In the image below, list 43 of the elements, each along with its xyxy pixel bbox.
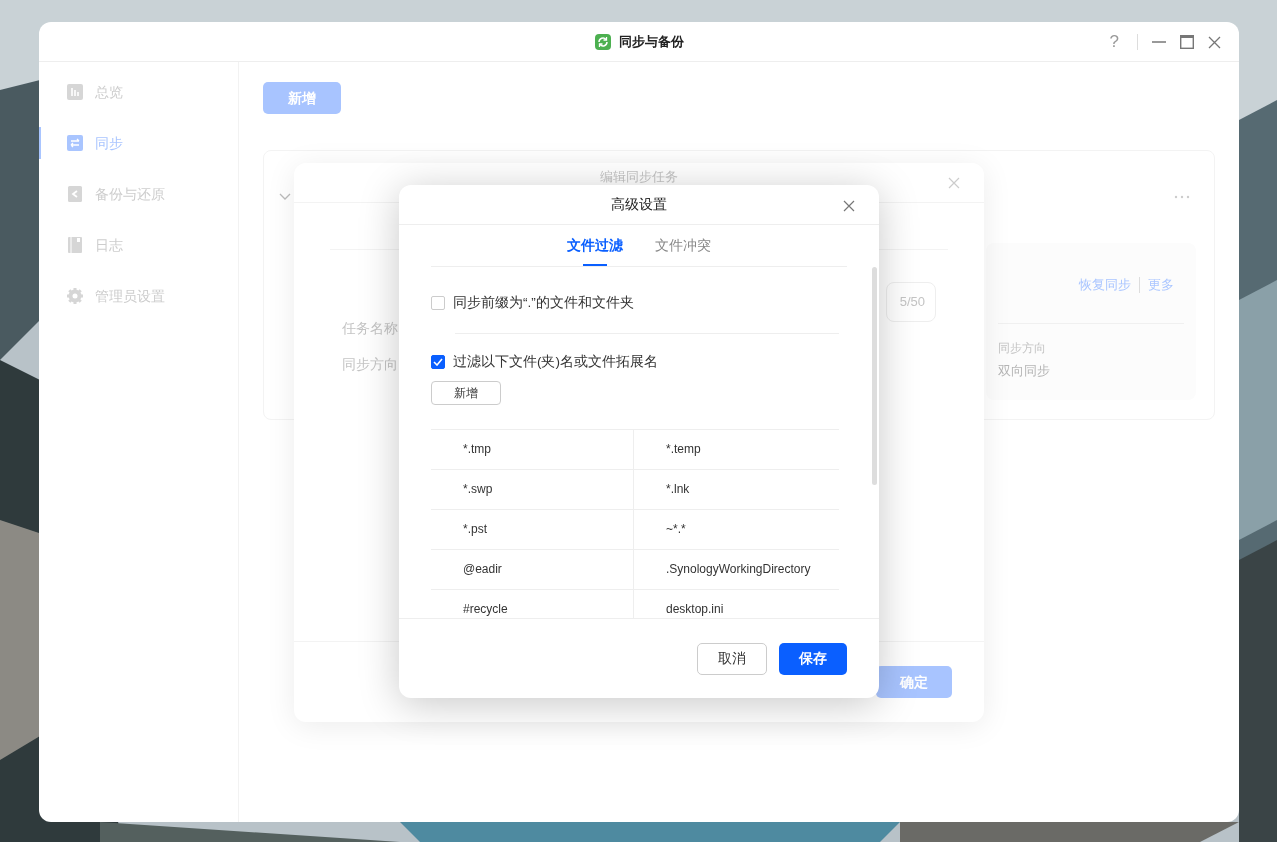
sidebar-item[interactable]: 同步 bbox=[39, 127, 238, 159]
restore-icon bbox=[67, 186, 83, 202]
table-cell: *.lnk bbox=[634, 469, 839, 510]
scrollbar[interactable] bbox=[872, 267, 877, 485]
close-icon bbox=[843, 200, 855, 212]
help-button[interactable]: ? bbox=[1105, 29, 1123, 55]
add-button[interactable]: 新增 bbox=[263, 82, 341, 114]
save-button[interactable]: 保存 bbox=[779, 642, 847, 675]
char-counter: 5/50 bbox=[899, 293, 925, 312]
table-cell: .SynologyWorkingDirectory bbox=[634, 549, 839, 590]
confirm-button[interactable]: 确定 bbox=[876, 666, 952, 698]
more-icon[interactable] bbox=[1174, 195, 1190, 199]
close-button[interactable] bbox=[841, 198, 857, 214]
checkbox[interactable] bbox=[431, 355, 445, 370]
add-button[interactable]: 新增 bbox=[431, 380, 501, 405]
table-cell: desktop.ini bbox=[634, 589, 839, 618]
cancel-button[interactable]: 取消 bbox=[697, 642, 767, 675]
tab[interactable]: 文件过滤 bbox=[567, 235, 623, 266]
swap-icon bbox=[67, 135, 83, 151]
close-icon bbox=[948, 177, 960, 189]
chevron-down-icon[interactable] bbox=[279, 193, 291, 201]
action-link[interactable]: 恢复同步 bbox=[1079, 275, 1131, 295]
table-cell: *.pst bbox=[431, 509, 634, 550]
chart-icon bbox=[67, 84, 83, 100]
window-title: 同步与备份 bbox=[618, 32, 684, 51]
table-cell: *.temp bbox=[634, 429, 839, 470]
table-cell: ~*.* bbox=[634, 509, 839, 550]
table-cell: *.swp bbox=[431, 469, 634, 510]
dialog-title: 高级设置 bbox=[611, 195, 667, 214]
table-cell: *.tmp bbox=[431, 429, 634, 470]
task-name-field[interactable]: 5/50 bbox=[886, 282, 936, 322]
app-logo-icon bbox=[594, 33, 611, 50]
tab[interactable]: 文件冲突 bbox=[655, 235, 711, 266]
option-label: 同步前缀为“.”的文件和文件夹 bbox=[453, 294, 634, 312]
table-cell: @eadir bbox=[431, 549, 634, 590]
close-icon[interactable] bbox=[1208, 35, 1221, 49]
book-icon bbox=[67, 237, 83, 253]
option-label: 过滤以下文件(夹)名或文件拓展名 bbox=[453, 353, 658, 372]
field-value: 双向同步 bbox=[998, 362, 1050, 380]
gear-icon bbox=[67, 288, 83, 304]
maximize-icon[interactable] bbox=[1180, 35, 1194, 49]
table-cell: #recycle bbox=[431, 589, 634, 618]
action-link[interactable]: 更多 bbox=[1148, 275, 1174, 295]
